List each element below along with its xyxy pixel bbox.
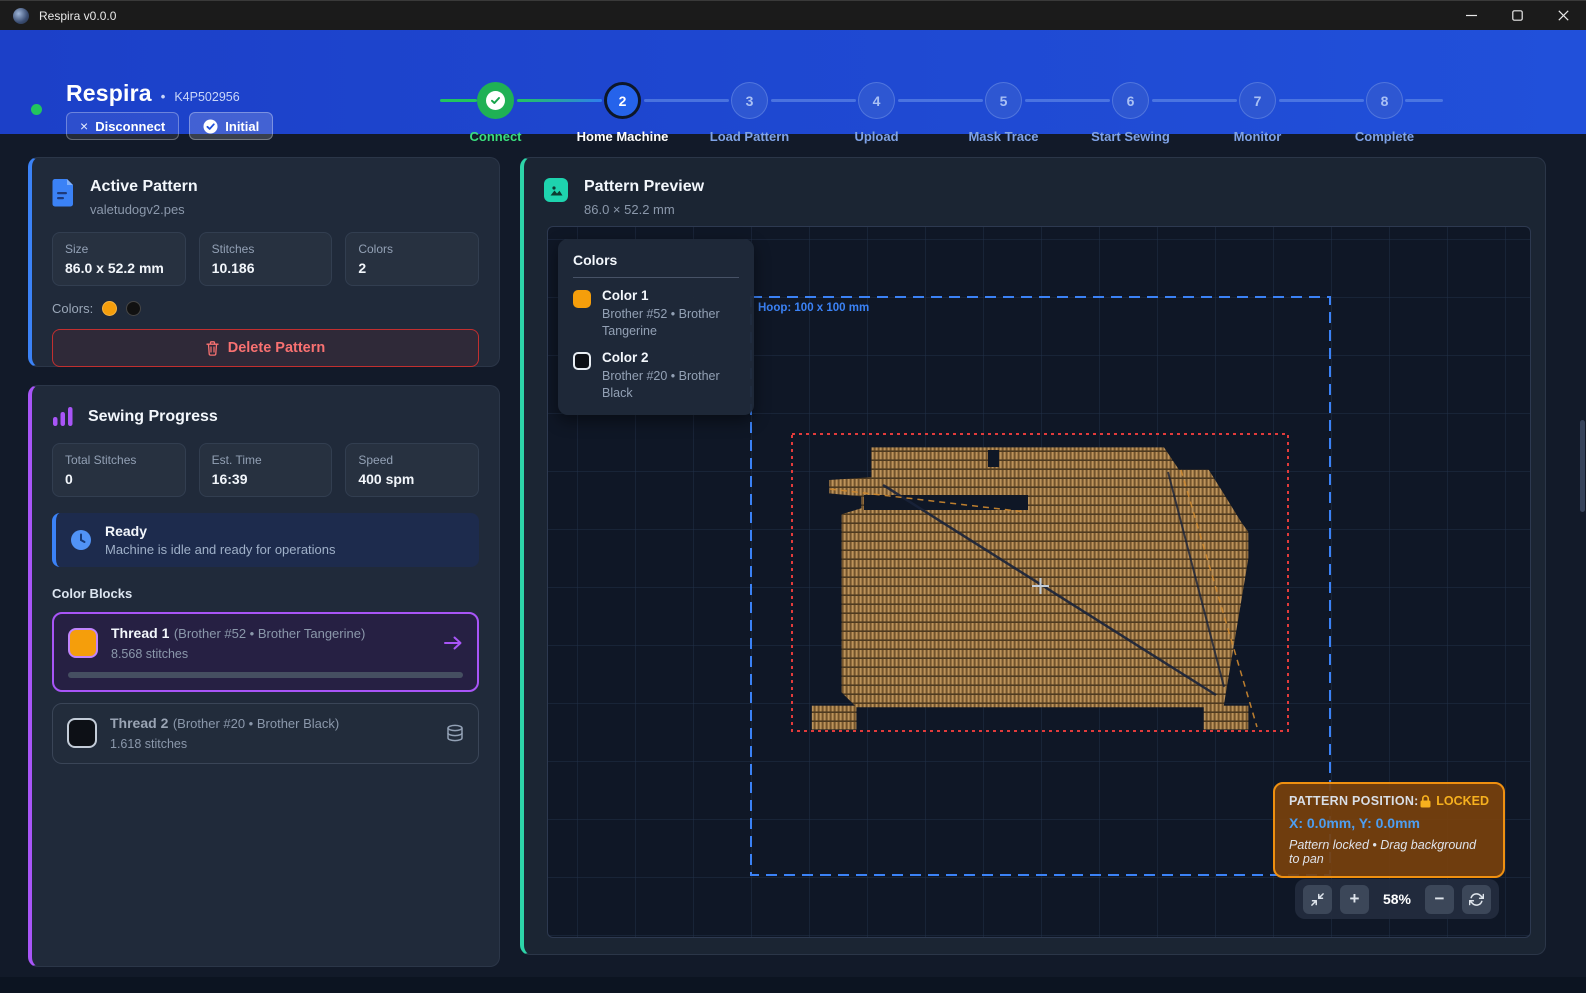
stat-est-time: Est. Time 16:39 [199,443,333,497]
locked-badge: LOCKED [1420,794,1489,808]
thread-2-swatch [67,718,97,748]
document-icon [52,178,76,207]
machine-status-banner: Ready Machine is idle and ready for oper… [52,513,479,567]
stat-colors: Colors 2 [345,232,479,286]
sewing-progress-card: Sewing Progress Total Stitches 0 Est. Ti… [28,385,500,967]
stat-size: Size 86.0 x 52.2 mm [52,232,186,286]
serial-separator: • [161,89,166,104]
active-pattern-title: Active Pattern [90,178,198,196]
stat-speed: Speed 400 spm [345,443,479,497]
plus-icon: + [1350,889,1360,909]
legend-title: Colors [573,252,739,268]
active-pattern-card: Active Pattern valetudogv2.pes Size 86.0… [28,157,500,367]
thread-1-progress-bar [68,672,463,678]
position-hint: Pattern locked • Drag background to pan [1289,838,1489,866]
legend-entry-color-2: Color 2 Brother #20 • Brother Black [573,350,739,402]
initial-button[interactable]: Initial [189,112,273,140]
step-done-check-icon [486,91,505,110]
machine-status-title: Ready [105,523,336,539]
lock-icon [1420,795,1431,808]
thread-1-swatch [68,628,98,658]
zoom-level: 58% [1377,891,1417,907]
bar-chart-icon [52,406,74,428]
brand-name: Respira [66,80,152,107]
close-button[interactable] [1540,1,1586,30]
color-swatch-black [126,301,141,316]
disconnect-x-icon: × [80,118,88,134]
zoom-controls: + 58% − [1295,879,1499,919]
reset-view-button[interactable] [1462,885,1491,914]
app-window: Respira v0.0.0 Respira • K4P502956 × Dis… [0,0,1586,993]
app-header: Respira • K4P502956 × Disconnect Initial… [0,30,1586,134]
zoom-in-button[interactable]: + [1340,885,1369,914]
initial-label: Initial [225,119,259,134]
stat-stitches: Stitches 10.186 [199,232,333,286]
minus-icon: − [1435,889,1445,909]
legend-swatch-orange [573,290,591,308]
step-mask-trace[interactable]: 5 Mask Trace [940,82,1067,144]
scrollbar-thumb[interactable] [1580,420,1585,512]
clock-icon [70,529,92,551]
maximize-button[interactable] [1494,1,1540,30]
trash-icon [206,341,219,356]
preview-canvas[interactable]: Hoop: 100 x 100 mm Colors Color 1 Brothe… [547,226,1531,938]
position-label: PATTERN POSITION: [1289,794,1419,808]
fit-view-button[interactable] [1303,885,1332,914]
footer-strip [0,977,1586,993]
app-icon [13,8,29,24]
stitch-fill [812,447,1249,729]
window-controls [1448,1,1586,30]
step-monitor[interactable]: 7 Monitor [1194,82,1321,144]
minimize-button[interactable] [1448,1,1494,30]
refresh-icon [1469,892,1484,907]
step-complete[interactable]: 8 Complete [1321,82,1448,144]
step-upload[interactable]: 4 Upload [813,82,940,144]
disconnect-button[interactable]: × Disconnect [66,112,179,140]
colors-legend: Colors Color 1 Brother #52 • Brother Tan… [558,239,754,415]
step-connect[interactable]: 1 Connect [432,82,559,144]
machine-status-desc: Machine is idle and ready for operations [105,542,336,557]
preview-title: Pattern Preview [584,178,704,196]
arrow-right-icon [443,635,463,651]
stat-total-stitches: Total Stitches 0 [52,443,186,497]
workflow-stepper: 1 Connect 2 Home Machine 3 Load Pattern … [432,82,1448,144]
zoom-out-button[interactable]: − [1425,885,1454,914]
step-home-machine[interactable]: 2 Home Machine [559,82,686,144]
sewing-progress-title: Sewing Progress [88,408,218,426]
position-coords: X: 0.0mm, Y: 0.0mm [1289,815,1489,831]
image-icon [544,178,568,202]
delete-pattern-button[interactable]: Delete Pattern [52,329,479,367]
window-title: Respira v0.0.0 [39,9,116,23]
disconnect-label: Disconnect [95,119,165,134]
compress-icon [1310,892,1325,907]
pattern-position-overlay: PATTERN POSITION: LOCKED X: 0.0mm, Y: 0.… [1273,782,1505,878]
machine-serial: K4P502956 [174,90,239,104]
thread-block-1[interactable]: Thread 1 (Brother #52 • Brother Tangerin… [52,612,479,692]
thread-block-2[interactable]: Thread 2 (Brother #20 • Brother Black) 1… [52,703,479,764]
preview-dimensions: 86.0 × 52.2 mm [584,202,704,217]
titlebar: Respira v0.0.0 [0,0,1586,30]
color-swatch-orange [102,301,117,316]
colors-label: Colors: [52,301,93,316]
pattern-preview-panel: Pattern Preview 86.0 × 52.2 mm [520,157,1546,955]
pattern-filename: valetudogv2.pes [90,202,198,217]
step-start-sewing[interactable]: 6 Start Sewing [1067,82,1194,144]
connection-status-dot [31,104,42,115]
hoop-label: Hoop: 100 x 100 mm [758,302,869,314]
step-load-pattern[interactable]: 3 Load Pattern [686,82,813,144]
legend-entry-color-1: Color 1 Brother #52 • Brother Tangerine [573,288,739,340]
legend-swatch-black [573,352,591,370]
delete-pattern-label: Delete Pattern [228,340,326,356]
color-blocks-label: Color Blocks [52,586,479,601]
check-circle-icon [203,119,218,134]
layers-icon [446,724,464,742]
